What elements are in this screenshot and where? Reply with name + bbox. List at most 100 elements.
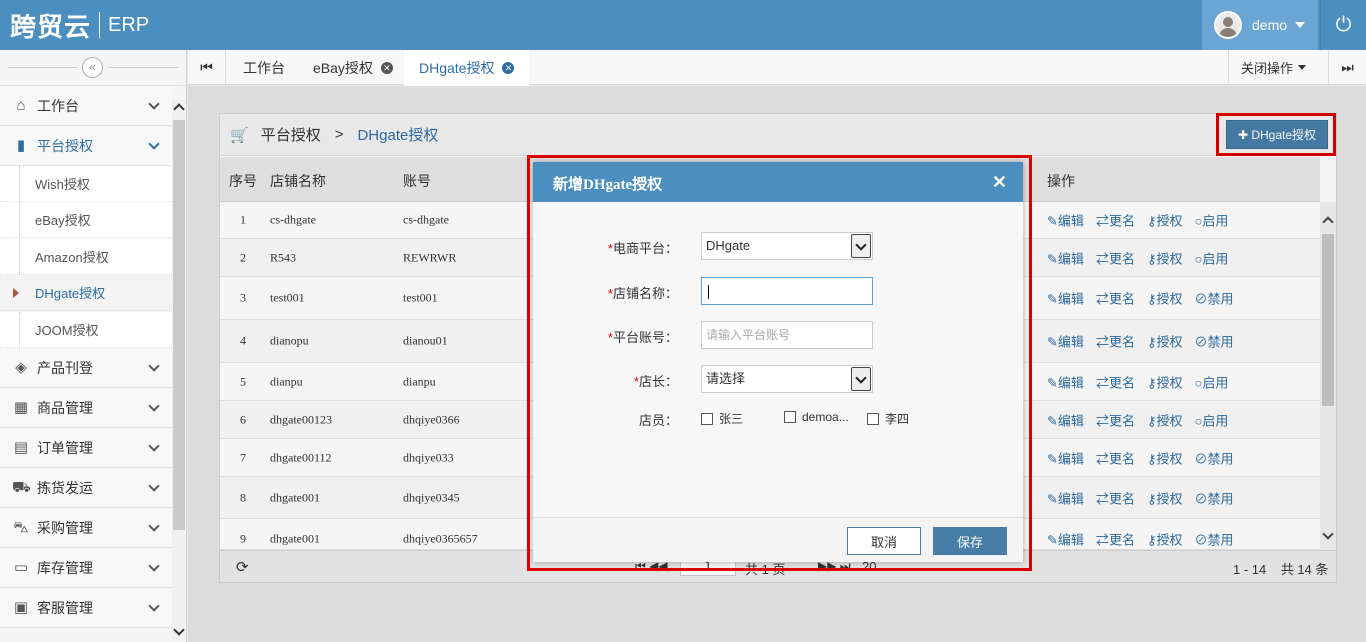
scrollbar-thumb[interactable] — [173, 120, 185, 530]
sidebar-subitem-wish[interactable]: Wish授权 — [0, 166, 172, 202]
shop-name-input[interactable] — [701, 277, 873, 305]
chevron-down-icon — [1295, 22, 1306, 28]
text-cursor — [708, 284, 709, 299]
sidebar-item-goods[interactable]: ▦ 商品管理 — [0, 389, 172, 428]
tab-workbench[interactable]: 工作台 — [243, 50, 285, 85]
sidebar-item-customer-service[interactable]: ▣ 客服管理 — [0, 589, 172, 628]
sidebar-subitem-amazon[interactable]: Amazon授权 — [0, 239, 172, 275]
dialog-header: 新增DHgate授权 ✕ — [533, 162, 1023, 202]
chevron-down-icon — [148, 600, 160, 612]
tab-scroll-first-icon[interactable]: ⏮ — [188, 50, 226, 85]
close-icon[interactable]: ✕ — [502, 62, 515, 74]
close-operations-dropdown[interactable]: 关闭操作 — [1228, 50, 1318, 85]
sidebar-item-inventory[interactable]: ▭ 库存管理 — [0, 549, 172, 588]
manager-value: 请选择 — [706, 371, 746, 386]
sidebar-item-label: 客服管理 — [37, 600, 93, 616]
sidebar-subitem-joom[interactable]: JOOM授权 — [0, 312, 172, 348]
power-icon[interactable]: ⏻ — [1320, 0, 1366, 50]
scroll-up-icon[interactable] — [173, 103, 185, 115]
sidebar-item-product-listing[interactable]: ◈ 产品刊登 — [0, 349, 172, 388]
sidebar-item-label: 拣货发运 — [37, 480, 93, 496]
cart-icon: ⛍ — [13, 519, 29, 536]
tab-dhgate-auth[interactable]: DHgate授权 ✕ — [404, 50, 530, 86]
platform-value: DHgate — [706, 238, 751, 253]
chevron-down-icon — [148, 520, 160, 532]
chevron-down-icon — [1298, 65, 1306, 70]
staff-name: demoa... — [802, 410, 849, 424]
user-menu[interactable]: demo — [1202, 0, 1318, 50]
home-icon: ⌂ — [16, 97, 26, 114]
divider — [108, 67, 178, 68]
briefcase-icon: ▣ — [13, 599, 29, 616]
divider — [8, 67, 78, 68]
tab-label: 工作台 — [243, 59, 285, 76]
close-icon[interactable]: ✕ — [380, 61, 393, 74]
sidebar-item-label: 平台授权 — [37, 138, 93, 154]
dialog-footer: 取消 保存 — [533, 517, 1023, 562]
manager-label: *店长： — [634, 371, 678, 390]
box-icon: ◈ — [15, 359, 27, 376]
sidebar-item-orders[interactable]: ▤ 订单管理 — [0, 429, 172, 468]
shop-row: *店铺名称： — [533, 277, 1023, 305]
platform-account-input[interactable]: 请输入平台账号 — [701, 321, 873, 349]
user-name: demo — [1252, 17, 1288, 33]
add-auth-dialog: 新增DHgate授权 ✕ *电商平台： DHgate *店铺名称： *平台账号：… — [533, 162, 1023, 562]
chevron-down-icon[interactable] — [851, 367, 871, 391]
sidebar-subitem-label: JOOM授权 — [35, 323, 99, 338]
sidebar-item-label: 工作台 — [37, 98, 79, 114]
chevron-down-icon — [148, 360, 160, 372]
chevron-down-icon — [148, 98, 160, 110]
collapse-sidebar-icon[interactable]: « — [82, 57, 103, 78]
app-header: 跨贸云 ERP demo ⏻ — [0, 0, 1366, 50]
sidebar: « ⌂ 工作台 ▮ 平台授权 Wish授权 eBay授权 Amazon授权 DH… — [0, 50, 187, 642]
tab-ebay-auth[interactable]: eBay授权 ✕ — [313, 50, 393, 85]
chevron-down-icon — [148, 400, 160, 412]
chevron-down-icon — [148, 480, 160, 492]
manager-select[interactable]: 请选择 — [701, 365, 873, 393]
tab-label: eBay授权 — [313, 59, 373, 76]
sidebar-subitem-label: DHgate授权 — [35, 286, 106, 301]
sidebar-subitem-ebay[interactable]: eBay授权 — [0, 202, 172, 238]
sidebar-item-purchase[interactable]: ⛍ 采购管理 — [0, 509, 172, 548]
staff-checkbox-lisi[interactable]: 李四 — [867, 410, 909, 427]
sidebar-item-shipping[interactable]: ⛟ 拣货发运 — [0, 469, 172, 508]
sidebar-item-label: 库存管理 — [37, 560, 93, 576]
staff-checkbox-demoa[interactable]: demoa... — [784, 410, 849, 424]
sidebar-item-label: 采购管理 — [37, 520, 93, 536]
account-label: *平台账号： — [608, 327, 678, 346]
chevron-down-icon — [148, 440, 160, 452]
tab-label: DHgate授权 — [419, 60, 495, 76]
account-label-text: 平台账号： — [612, 330, 678, 345]
avatar — [1214, 11, 1242, 39]
file-icon: ▤ — [13, 439, 29, 456]
checkbox[interactable] — [867, 412, 879, 425]
scroll-down-icon[interactable] — [173, 624, 185, 636]
brand-logo: 跨贸云 — [10, 12, 92, 43]
checkbox[interactable] — [784, 411, 796, 423]
shop-label: *店铺名称： — [608, 283, 678, 302]
cancel-button[interactable]: 取消 — [847, 527, 921, 555]
close-icon[interactable]: ✕ — [992, 172, 1007, 193]
chevron-down-icon[interactable] — [851, 234, 871, 258]
platform-select[interactable]: DHgate — [701, 232, 873, 260]
staff-checkbox-zhangsan[interactable]: 张三 — [701, 410, 743, 427]
chevron-down-icon — [148, 138, 160, 150]
sidebar-scrollbar[interactable] — [172, 100, 186, 640]
sidebar-item-platform-auth[interactable]: ▮ 平台授权 — [0, 127, 172, 166]
dialog-body: *电商平台： DHgate *店铺名称： *平台账号： 请输入平台账号 *店长：… — [533, 202, 1023, 517]
checkbox[interactable] — [701, 412, 713, 425]
sidebar-item-workbench[interactable]: ⌂ 工作台 — [0, 87, 172, 126]
sidebar-subitem-dhgate[interactable]: DHgate授权 — [0, 275, 172, 311]
manager-label-text: 店长： — [638, 374, 678, 389]
save-button[interactable]: 保存 — [933, 527, 1007, 555]
product-name: ERP — [108, 13, 150, 36]
platform-row: *电商平台： DHgate — [533, 232, 1023, 260]
shop-label-text: 店铺名称： — [612, 286, 678, 301]
logo-divider — [99, 12, 101, 38]
tab-scroll-last-icon[interactable]: ⏭ — [1328, 50, 1366, 85]
close-operations-label: 关闭操作 — [1240, 61, 1293, 76]
sidebar-item-label: 商品管理 — [37, 400, 93, 416]
platform-label: *电商平台： — [608, 238, 678, 257]
manager-row: *店长： 请选择 — [533, 365, 1023, 393]
active-arrow-icon — [13, 288, 19, 298]
